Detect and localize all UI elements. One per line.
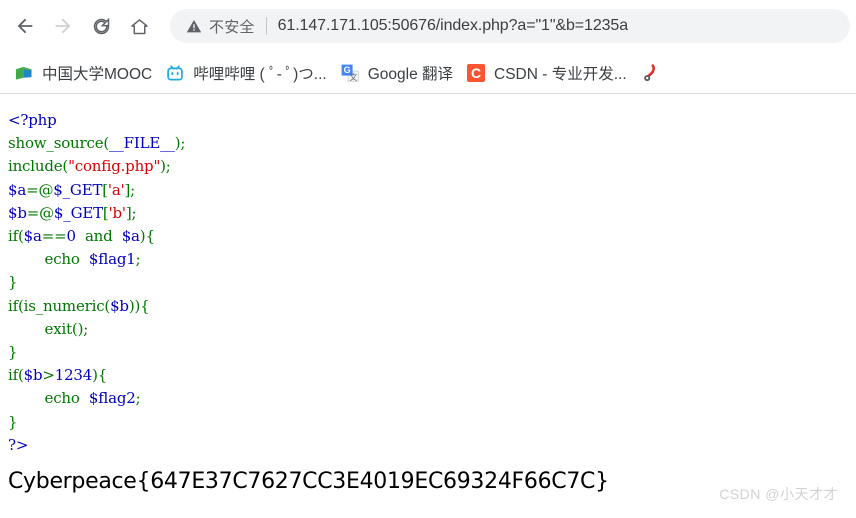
page-content: <?php show_source(__FILE__); include("co… [0,101,856,517]
code-token: ; [131,203,137,222]
bookmark-label: 中国大学MOOC [42,65,153,83]
code-token: ; [180,134,186,153]
bookmark-label: Google 翻译 [367,65,454,83]
reload-icon [93,17,109,34]
back-button[interactable] [6,7,44,45]
code-token: $b [110,296,129,315]
code-token: ; [130,180,136,199]
security-indicator[interactable]: 不安全 [186,16,255,37]
code-token: $flag1 [88,250,136,269]
omnibox-divider [265,17,267,35]
warning-triangle-icon [186,20,202,33]
security-label: 不安全 [209,18,255,36]
code-token: ; [135,250,141,269]
code-token: __FILE__ [109,134,175,153]
code-token: is_numeric [23,296,105,315]
code-token: =@ [26,180,54,199]
forward-button[interactable] [44,7,82,45]
code-token: } [8,273,18,292]
bookmark-sogou[interactable] [634,59,675,87]
code-token: include [8,157,63,176]
address-bar[interactable]: 不安全 61.147.171.105:50676/index.php?a="1"… [170,9,850,43]
code-token: $flag2 [88,389,136,408]
code-token: ; [165,157,171,176]
bookmark-mooc[interactable]: 中国大学MOOC [8,59,159,87]
code-token: > [42,366,55,385]
php-source-code: <?php show_source(__FILE__); include("co… [8,109,856,457]
code-token: ; [135,389,141,408]
back-arrow-icon [17,18,33,34]
code-token: if [8,296,18,315]
code-token: 1234 [54,366,93,385]
code-token: $a [121,227,140,246]
code-token: if [8,366,18,385]
code-token: )) [128,296,141,315]
code-token: { [145,227,155,246]
navigation-toolbar: 不安全 61.147.171.105:50676/index.php?a="1"… [0,0,856,52]
bookmark-label: CSDN - 专业开发... [494,65,627,83]
code-token: $_GET [53,180,103,199]
code-token: 0 [66,227,76,246]
code-token: $b [8,203,27,222]
csdn-icon: C [467,63,486,82]
code-token: and [84,227,113,246]
browser-chrome: 不安全 61.147.171.105:50676/index.php?a="1"… [0,0,856,101]
csdn-watermark: CSDN @小天才才 [719,486,838,502]
bookmark-bilibili[interactable]: 哔哩哔哩 ( ﾟ- ﾟ)つ... [159,59,334,87]
code-token: } [8,343,18,362]
google-translate-icon: G 文 [341,64,359,82]
code-token: $a [8,180,27,199]
code-token: if [8,227,18,246]
reload-button[interactable] [82,7,120,45]
bookmark-csdn[interactable]: C CSDN - 专业开发... [460,59,634,87]
code-token: { [97,366,108,385]
sogou-pepper-icon [641,63,659,82]
bookmarks-bar: 中国大学MOOC 哔哩哔哩 ( ﾟ- ﾟ)つ... G 文 Google 翻译 … [0,52,856,93]
chrome-separator [0,93,856,94]
code-token: exit [44,319,73,338]
code-token: echo [44,389,80,408]
code-token: (); [71,319,89,338]
home-icon [130,18,148,34]
bookmark-label: 哔哩哔哩 ( ﾟ- ﾟ)つ... [193,65,327,83]
code-token: =@ [26,203,54,222]
code-token: 'b' [108,203,126,222]
bookmark-google-translate[interactable]: G 文 Google 翻译 [334,59,460,87]
forward-arrow-icon [55,18,71,34]
home-button[interactable] [120,7,158,45]
flag-output: Cyberpeace{647E37C7627CC3E4019EC69324F66… [8,469,609,494]
mooc-book-icon [15,64,33,82]
code-token: show_source [8,134,104,153]
code-token: $a [23,227,42,246]
code-token: } [8,412,18,431]
code-token: == [41,227,67,246]
code-token: <?php [8,111,57,129]
code-token: 'a' [107,180,125,199]
svg-text:文: 文 [349,71,357,81]
bilibili-tv-icon [166,64,184,82]
code-token: "config.php" [68,157,161,176]
code-token: echo [44,250,80,269]
code-token: $b [23,366,43,385]
url-text[interactable]: 61.147.171.105:50676/index.php?a="1"&b=1… [278,17,628,35]
code-token: ?> [8,435,29,454]
code-token: { [140,296,150,315]
code-token: $_GET [53,203,103,222]
